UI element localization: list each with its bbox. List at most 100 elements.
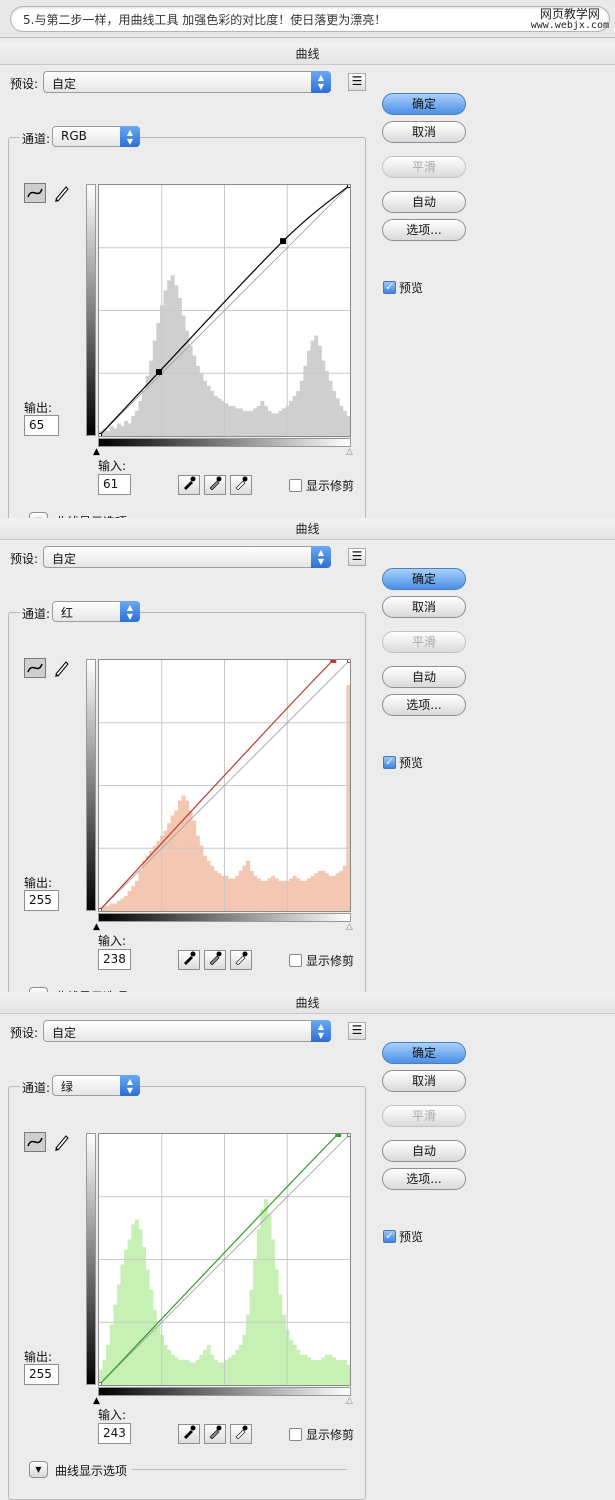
input-field[interactable]: 243 xyxy=(98,1423,131,1444)
curve-point-tool-icon[interactable] xyxy=(24,1132,46,1152)
ok-button[interactable]: 确定 xyxy=(382,1042,466,1064)
histogram-bar xyxy=(174,285,179,436)
show-clipping-checkbox[interactable]: 显示修剪 xyxy=(289,477,354,494)
curve-graph[interactable] xyxy=(98,184,351,437)
auto-button[interactable]: 自动 xyxy=(382,1140,466,1162)
histogram-bar xyxy=(324,1354,329,1385)
output-field[interactable]: 255 xyxy=(24,890,59,911)
white-eyedropper-icon[interactable] xyxy=(230,475,252,495)
histogram-bar xyxy=(278,410,283,436)
clipping-box xyxy=(289,479,302,492)
preview-checkbox[interactable]: ✓ 预览 xyxy=(383,754,423,771)
preview-checkbox[interactable]: ✓ 预览 xyxy=(383,1228,423,1245)
gray-eyedropper-icon[interactable] xyxy=(204,475,226,495)
auto-button[interactable]: 自动 xyxy=(382,666,466,688)
preset-select[interactable]: 自定 ▲ ▼ xyxy=(43,546,331,568)
black-eyedropper-icon[interactable] xyxy=(178,475,200,495)
output-gradient-bar xyxy=(86,184,96,436)
histogram-bar xyxy=(342,1359,347,1385)
histogram-bar xyxy=(202,380,207,436)
smooth-button[interactable]: 平滑 xyxy=(382,156,466,178)
expand-toggle-icon[interactable]: ▼ xyxy=(29,1461,48,1478)
ok-button[interactable]: 确定 xyxy=(382,568,466,590)
histogram-bar xyxy=(192,820,197,911)
histogram-bar xyxy=(181,315,186,436)
pencil-tool-icon[interactable] xyxy=(50,1132,72,1152)
clipping-box xyxy=(289,1428,302,1441)
white-eyedropper-icon[interactable] xyxy=(230,1424,252,1444)
histogram-bar xyxy=(192,355,197,436)
histogram-bar xyxy=(299,380,304,436)
curve-graph[interactable] xyxy=(98,659,351,912)
histogram-bar xyxy=(127,890,132,911)
histogram-bar xyxy=(181,795,186,911)
options-divider xyxy=(132,1469,347,1470)
ok-button[interactable]: 确定 xyxy=(382,93,466,115)
auto-button[interactable]: 自动 xyxy=(382,191,466,213)
white-point-slider-icon[interactable]: △ xyxy=(346,922,353,932)
histogram-bar xyxy=(116,423,121,436)
histogram-bar xyxy=(256,878,261,911)
show-clipping-checkbox[interactable]: 显示修剪 xyxy=(289,952,354,969)
curve-graph[interactable] xyxy=(98,1133,351,1386)
show-clipping-checkbox[interactable]: 显示修剪 xyxy=(289,1426,354,1443)
options-button[interactable]: 选项... xyxy=(382,1168,466,1190)
channel-select[interactable]: RGB ▲ ▼ xyxy=(52,126,140,147)
output-field[interactable]: 65 xyxy=(24,415,59,436)
dialog-title: 曲线 xyxy=(0,43,615,65)
white-point-slider-icon[interactable]: △ xyxy=(346,1396,353,1406)
cancel-button[interactable]: 取消 xyxy=(382,121,466,143)
output-field[interactable]: 255 xyxy=(24,1364,59,1385)
histogram-bar xyxy=(138,1229,143,1385)
gray-eyedropper-icon[interactable] xyxy=(204,950,226,970)
input-label: 输入: xyxy=(98,1408,127,1422)
black-point-slider-icon[interactable]: ▲ xyxy=(93,1396,100,1406)
smooth-button[interactable]: 平滑 xyxy=(382,631,466,653)
curve-point-tool-icon[interactable] xyxy=(24,183,46,203)
histogram-bar xyxy=(278,1294,283,1385)
smooth-button[interactable]: 平滑 xyxy=(382,1105,466,1127)
histogram-bar xyxy=(271,875,276,911)
pencil-tool-icon[interactable] xyxy=(50,658,72,678)
input-field[interactable]: 238 xyxy=(98,949,131,970)
black-eyedropper-icon[interactable] xyxy=(178,1424,200,1444)
options-button[interactable]: 选项... xyxy=(382,219,466,241)
white-eyedropper-icon[interactable] xyxy=(230,950,252,970)
preset-options-icon[interactable]: ☰ xyxy=(348,73,366,91)
preset-options-icon[interactable]: ☰ xyxy=(348,1022,366,1040)
histogram-bar xyxy=(120,1264,125,1385)
curve-control-point xyxy=(99,433,102,436)
preset-select[interactable]: 自定 ▲ ▼ xyxy=(43,71,331,93)
histogram-bar xyxy=(274,413,279,436)
black-eyedropper-icon[interactable] xyxy=(178,950,200,970)
preset-select[interactable]: 自定 ▲ ▼ xyxy=(43,1020,331,1042)
black-point-slider-icon[interactable]: ▲ xyxy=(93,447,100,457)
cancel-button[interactable]: 取消 xyxy=(382,596,466,618)
channel-select[interactable]: 红 ▲ ▼ xyxy=(52,601,140,622)
histogram-bar xyxy=(299,880,304,911)
histogram-bar xyxy=(249,1289,254,1385)
preset-options-icon[interactable]: ☰ xyxy=(348,548,366,566)
histogram-bar xyxy=(324,873,329,911)
clipping-label: 显示修剪 xyxy=(306,1428,355,1442)
histogram-bar xyxy=(321,360,326,436)
options-button[interactable]: 选项... xyxy=(382,694,466,716)
histogram-bar xyxy=(263,880,268,911)
histogram-bar xyxy=(253,408,258,436)
histogram-bar xyxy=(299,1354,304,1385)
gray-eyedropper-icon[interactable] xyxy=(204,1424,226,1444)
preview-checkbox[interactable]: ✓ 预览 xyxy=(383,279,423,296)
histogram-bar xyxy=(274,1269,279,1385)
histogram-bar xyxy=(332,875,337,911)
preset-value: 自定 xyxy=(52,552,77,566)
histogram-bar xyxy=(213,395,218,436)
channel-select[interactable]: 绿 ▲ ▼ xyxy=(52,1075,140,1096)
histogram-bar xyxy=(292,875,297,911)
black-point-slider-icon[interactable]: ▲ xyxy=(93,922,100,932)
white-point-slider-icon[interactable]: △ xyxy=(346,447,353,457)
pencil-tool-icon[interactable] xyxy=(50,183,72,203)
cancel-button[interactable]: 取消 xyxy=(382,1070,466,1092)
input-field[interactable]: 61 xyxy=(98,474,131,495)
histogram-bar xyxy=(339,405,344,436)
curve-point-tool-icon[interactable] xyxy=(24,658,46,678)
